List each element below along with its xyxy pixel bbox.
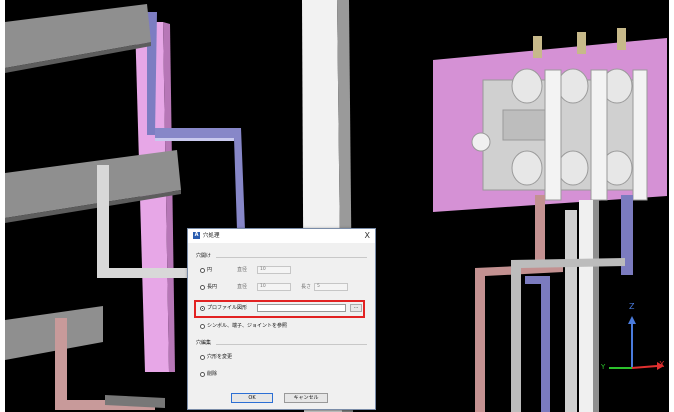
section-edit-divider — [216, 344, 367, 345]
radio-oval-label: 長円 — [207, 284, 218, 290]
copper-bar-right-1 — [535, 195, 545, 260]
radio-reference-symbol-label: シンボル、端子、ジョイントを参照 — [207, 323, 288, 329]
oval-length-input[interactable]: 5 — [314, 283, 348, 291]
radio-change-hole-shape-label: 穴形を変更 — [207, 354, 233, 360]
close-icon[interactable]: X — [365, 231, 370, 241]
dialog-titlebar: A 穴処理 X — [188, 229, 375, 243]
hole-processing-dialog: A 穴処理 X 穴開け 円 直径 10 長円 直径 10 長さ 5 プロファイル… — [187, 228, 376, 410]
radio-change-hole-shape[interactable] — [200, 355, 205, 360]
axis-y-label: Y — [601, 363, 606, 371]
radio-oval[interactable] — [200, 285, 205, 290]
blue-busbar-edge — [155, 138, 234, 141]
bracket-top-3 — [617, 28, 626, 50]
radio-circle[interactable] — [200, 268, 205, 273]
gray-bar-right — [579, 200, 593, 412]
radio-delete[interactable] — [200, 372, 205, 377]
circle-diameter-input[interactable]: 10 — [257, 266, 291, 274]
gray-bar-right-2 — [565, 210, 577, 412]
oval-diameter-label: 直径 — [237, 284, 248, 290]
insulator-assembly — [471, 68, 648, 201]
radio-reference-symbol[interactable] — [200, 324, 205, 329]
bracket-top-1 — [533, 36, 542, 58]
gray-rail-bottom — [5, 306, 103, 360]
gray-bar-right-side — [593, 200, 599, 412]
oval-diameter-input[interactable]: 10 — [257, 283, 291, 291]
dialog-title: 穴処理 — [203, 233, 220, 239]
blue-bar-right-2 — [525, 276, 550, 412]
oval-length-label: 長さ — [301, 284, 312, 290]
app-logo-icon: A — [193, 232, 200, 239]
axis-triad — [609, 316, 664, 370]
cancel-button[interactable]: キャンセル — [284, 393, 328, 403]
ok-button[interactable]: OK — [231, 393, 273, 403]
axis-z-label: Z — [629, 302, 635, 311]
screenshot-frame: Z Y X A 穴処理 X 穴開け 円 直径 10 長円 直径 10 長さ 5 … — [0, 0, 674, 412]
axis-x-label: X — [659, 360, 665, 369]
circle-diameter-label: 直径 — [237, 267, 248, 273]
radio-circle-label: 円 — [207, 267, 213, 273]
section-hole-divider — [216, 257, 367, 258]
section-hole-label: 穴開け — [196, 253, 212, 259]
radio-delete-label: 削除 — [207, 371, 218, 377]
section-edit-label: 穴編集 — [196, 340, 212, 346]
bracket-top-2 — [577, 32, 586, 54]
highlight-box-profile-option — [194, 300, 365, 318]
